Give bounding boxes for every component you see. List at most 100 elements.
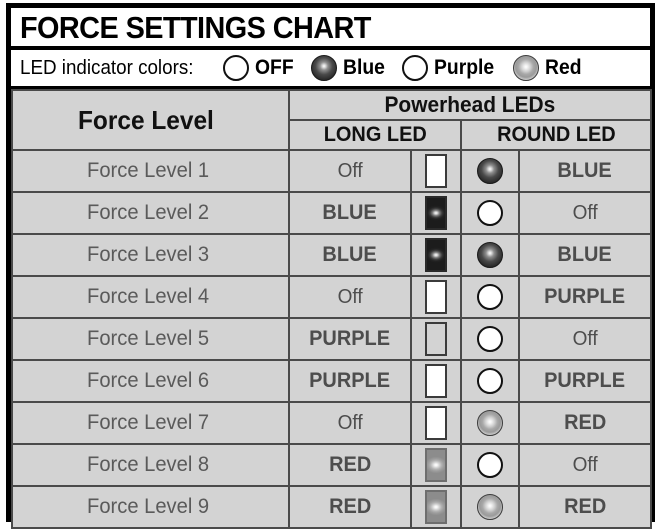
round-led-value-label: Off (572, 327, 598, 350)
led-wrap (462, 445, 518, 485)
cell-round-led-value: PURPLE (517, 275, 653, 319)
table-row: Force Level 5 PURPLE Off (11, 317, 653, 361)
force-level-label: Force Level 1 (86, 159, 210, 182)
force-level-label: Force Level 6 (86, 369, 210, 392)
led-wrap (412, 403, 460, 443)
led-wrap (412, 277, 460, 317)
led-bar-off-clear-icon (425, 322, 447, 356)
table-row: Force Level 1 Off BLUE (11, 149, 653, 193)
led-circle-red-icon (513, 55, 540, 81)
cell-long-led-indicator (410, 191, 462, 235)
header-powerhead-leds-label: Powerhead LEDs (384, 92, 556, 117)
header-force-level: Force Level (11, 89, 290, 151)
cell-round-led-value: RED (517, 485, 653, 529)
led-wrap (462, 151, 518, 191)
long-led-value-label: PURPLE (309, 327, 391, 350)
table-row: Force Level 9 RED RED (11, 485, 653, 529)
cell-force-level: Force Level 8 (11, 443, 290, 487)
cell-round-led-value: PURPLE (517, 359, 653, 403)
force-settings-chart: FORCE SETTINGS CHART LED indicator color… (6, 3, 655, 529)
legend-item-red: Red (513, 55, 585, 81)
table-row: Force Level 2 BLUE Off (11, 191, 653, 235)
chart-title-bar: FORCE SETTINGS CHART (11, 8, 650, 50)
led-bar-red-icon (425, 448, 447, 482)
long-led-value-label: RED (328, 453, 372, 476)
force-level-label: Force Level 9 (86, 495, 210, 518)
force-level-label: Force Level 4 (86, 285, 210, 308)
led-bar-off-white-icon (425, 364, 447, 398)
force-level-label: Force Level 8 (86, 453, 210, 476)
cell-round-led-value: Off (517, 317, 653, 361)
led-circle-off-icon (477, 200, 503, 226)
led-wrap (412, 361, 460, 401)
legend-label: LED indicator colors: (20, 56, 194, 79)
legend-item-blue: Blue (310, 55, 389, 81)
cell-long-led-indicator (410, 443, 462, 487)
cell-round-led-value: BLUE (517, 233, 653, 277)
long-led-value-label: Off (337, 285, 363, 308)
long-led-value-label: RED (328, 495, 372, 518)
legend-item-label: OFF (254, 56, 294, 79)
table-row: Force Level 6 PURPLE PURPLE (11, 359, 653, 403)
table-row: Force Level 4 Off PURPLE (11, 275, 653, 319)
led-bar-off-white-icon (425, 406, 447, 440)
cell-long-led-indicator (410, 275, 462, 319)
cell-round-led-indicator (460, 191, 520, 235)
cell-long-led-value: Off (288, 275, 412, 319)
led-wrap (462, 193, 518, 233)
cell-round-led-value: Off (517, 443, 653, 487)
table-row: Force Level 8 RED Off (11, 443, 653, 487)
led-wrap (462, 487, 518, 527)
led-bar-off-white-icon (425, 154, 447, 188)
led-wrap (412, 445, 460, 485)
cell-long-led-value: Off (288, 401, 412, 445)
force-level-label: Force Level 2 (86, 201, 210, 224)
long-led-value-label: BLUE (322, 243, 378, 266)
led-wrap (412, 193, 460, 233)
header-force-level-label: Force Level (78, 104, 215, 135)
cell-force-level: Force Level 5 (11, 317, 290, 361)
round-led-value-label: BLUE (557, 243, 613, 266)
led-circle-off-icon (477, 452, 503, 478)
cell-round-led-indicator (460, 233, 520, 277)
led-wrap (412, 235, 460, 275)
header-round-led: ROUND LED (459, 119, 653, 151)
legend-item-off: OFF (222, 55, 297, 81)
cell-force-level: Force Level 1 (11, 149, 290, 193)
led-wrap (412, 319, 460, 359)
cell-round-led-indicator (460, 359, 520, 403)
page-title: FORCE SETTINGS CHART (20, 9, 371, 45)
table-head: Force Level Powerhead LEDs LONG LED ROUN… (11, 89, 653, 151)
cell-long-led-value: PURPLE (288, 317, 412, 361)
table-row: Force Level 3 BLUE BLUE (11, 233, 653, 277)
force-settings-table: Force Level Powerhead LEDs LONG LED ROUN… (11, 89, 653, 529)
cell-force-level: Force Level 6 (11, 359, 290, 403)
cell-force-level: Force Level 2 (11, 191, 290, 235)
table-row: Force Level 7 Off RED (11, 401, 653, 445)
cell-force-level: Force Level 3 (11, 233, 290, 277)
legend-items: OFF Blue Purple Red (222, 55, 586, 81)
round-led-value-label: PURPLE (544, 285, 626, 308)
round-led-value-label: RED (563, 495, 607, 518)
led-circle-red-icon (477, 494, 503, 520)
led-wrap (412, 487, 460, 527)
header-round-led-label: ROUND LED (496, 123, 616, 146)
cell-long-led-value: PURPLE (288, 359, 412, 403)
cell-round-led-indicator (460, 275, 520, 319)
table-header-row-1: Force Level Powerhead LEDs (11, 89, 653, 151)
long-led-value-label: PURPLE (309, 369, 391, 392)
legend-item-purple: Purple (402, 55, 499, 81)
legend-item-label: Purple (434, 56, 495, 79)
cell-long-led-indicator (410, 485, 462, 529)
cell-long-led-value: BLUE (288, 191, 412, 235)
round-led-value-label: RED (563, 411, 607, 434)
cell-round-led-value: RED (517, 401, 653, 445)
cell-round-led-indicator (460, 485, 520, 529)
led-circle-purple-icon (402, 55, 429, 81)
cell-long-led-value: Off (288, 149, 412, 193)
force-level-label: Force Level 5 (86, 327, 210, 350)
cell-long-led-indicator (410, 317, 462, 361)
header-long-led: LONG LED (288, 119, 462, 151)
header-long-led-label: LONG LED (323, 123, 427, 146)
led-wrap (462, 403, 518, 443)
